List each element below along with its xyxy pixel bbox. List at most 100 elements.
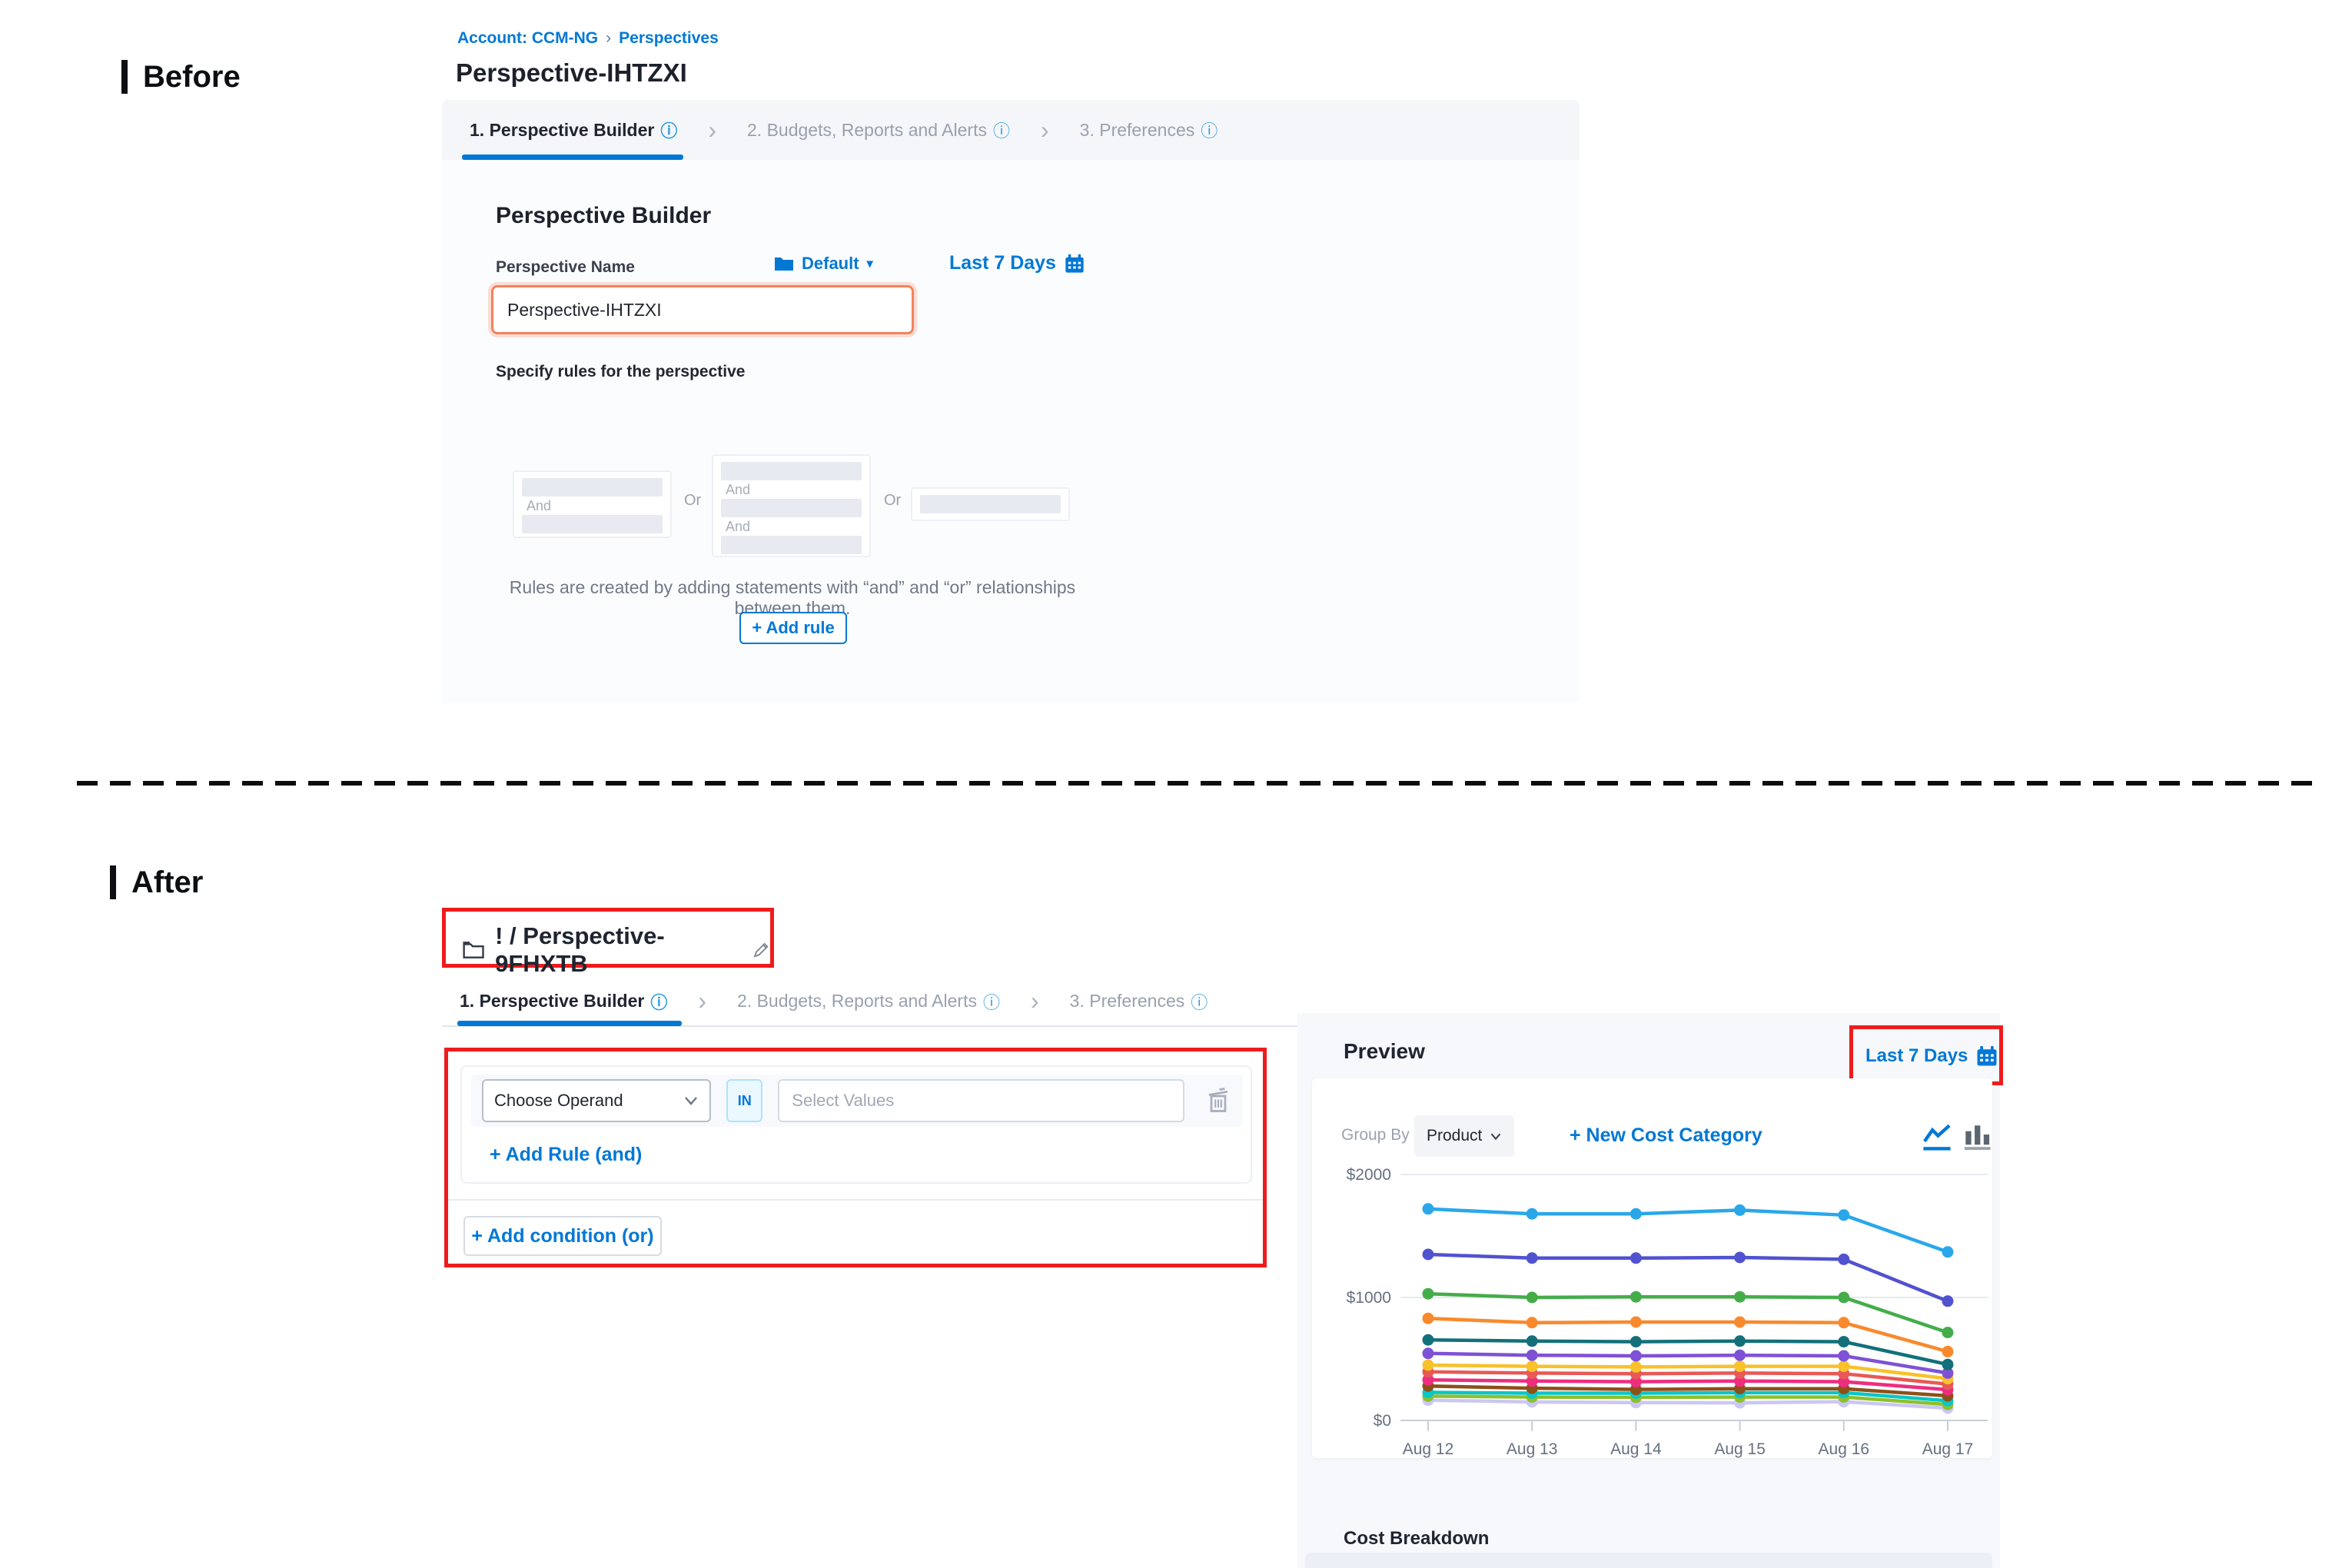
add-rule-and-button[interactable]: + Add Rule (and) bbox=[490, 1144, 642, 1166]
placeholder-bar bbox=[721, 499, 862, 517]
tab-label: 1. Perspective Builder bbox=[470, 120, 654, 141]
line-chart-toggle-icon[interactable] bbox=[1920, 1120, 1954, 1154]
bar-chart-toggle-icon[interactable] bbox=[1960, 1120, 1994, 1154]
perspective-name-input[interactable] bbox=[491, 285, 914, 334]
rule-group-card: Choose Operand IN + Add Rule (and) bbox=[460, 1065, 1252, 1184]
calendar-icon bbox=[1064, 253, 1085, 274]
svg-text:Aug 16: Aug 16 bbox=[1819, 1440, 1870, 1458]
chevron-down-icon bbox=[1490, 1132, 1502, 1141]
folder-selector-label: Default bbox=[802, 254, 859, 274]
svg-text:$0: $0 bbox=[1374, 1412, 1391, 1430]
page-title: Perspective-IHTZXI bbox=[456, 58, 687, 88]
svg-text:Aug 14: Aug 14 bbox=[1610, 1440, 1662, 1458]
cost-line-chart: $2000 $1000 $0 Aug 12 Aug 13 Aug 14 Aug 15 Aug … bbox=[1330, 1157, 1998, 1458]
folder-selector[interactable]: Default ▾ bbox=[774, 254, 873, 274]
info-icon: ⓘ bbox=[983, 989, 1000, 1014]
svg-text:Aug 15: Aug 15 bbox=[1714, 1440, 1766, 1458]
breadcrumb-account-link[interactable]: Account: CCM-NG bbox=[457, 29, 598, 48]
tab-label: 1. Perspective Builder bbox=[460, 991, 644, 1012]
group-by-select[interactable]: Product bbox=[1414, 1115, 1514, 1157]
annotation-box-rule-builder: Choose Operand IN + Add Rule (and) + Add… bbox=[444, 1048, 1267, 1267]
placeholder-bar bbox=[522, 515, 663, 533]
new-cost-category-button[interactable]: + New Cost Category bbox=[1570, 1125, 1762, 1147]
annotation-box-date-range: Last 7 Days bbox=[1849, 1025, 2003, 1085]
group-by-label: Group By bbox=[1341, 1126, 1410, 1144]
rule-placeholder-card: And bbox=[513, 470, 672, 538]
rule-row: Choose Operand IN bbox=[471, 1075, 1243, 1127]
tab-label: 2. Budgets, Reports and Alerts bbox=[737, 991, 977, 1012]
date-range-label: Last 7 Days bbox=[1865, 1045, 1968, 1067]
date-range-button[interactable]: Last 7 Days bbox=[949, 252, 1085, 274]
before-section-label: Before bbox=[121, 60, 241, 94]
before-panel: Account: CCM-NG › Perspectives Perspecti… bbox=[442, 14, 1580, 703]
operator-badge[interactable]: IN bbox=[726, 1079, 762, 1122]
cost-breakdown-table-edge bbox=[1305, 1553, 1992, 1568]
perspective-name-field-wrap bbox=[491, 285, 882, 330]
info-icon: ⓘ bbox=[993, 118, 1010, 142]
builder-heading: Perspective Builder bbox=[496, 203, 711, 229]
or-label: Or bbox=[684, 492, 701, 510]
tab-perspective-builder[interactable]: 1. Perspective Builder ⓘ bbox=[470, 118, 677, 142]
info-icon: ⓘ bbox=[650, 989, 667, 1014]
after-page-title: ! / Perspective-9FHXTB bbox=[495, 922, 741, 978]
chevron-down-icon bbox=[683, 1095, 699, 1106]
svg-text:Aug 17: Aug 17 bbox=[1922, 1440, 1974, 1458]
edit-pencil-icon[interactable] bbox=[752, 940, 770, 960]
annotation-box-title: ! / Perspective-9FHXTB bbox=[442, 908, 774, 968]
perspective-name-label: Perspective Name bbox=[496, 258, 635, 277]
before-content: Perspective Builder Perspective Name Def… bbox=[442, 160, 1580, 703]
svg-text:Aug 12: Aug 12 bbox=[1403, 1440, 1454, 1458]
after-tab-bar: 1. Perspective Builder ⓘ › 2. Budgets, R… bbox=[460, 987, 1208, 1015]
svg-text:$2000: $2000 bbox=[1347, 1166, 1391, 1184]
trash-icon[interactable] bbox=[1204, 1084, 1232, 1118]
info-icon: ⓘ bbox=[1191, 989, 1208, 1014]
tab-budgets-reports-alerts[interactable]: 2. Budgets, Reports and Alerts ⓘ bbox=[747, 118, 1010, 142]
before-tab-bar: 1. Perspective Builder ⓘ › 2. Budgets, R… bbox=[442, 100, 1580, 160]
calendar-icon bbox=[1975, 1045, 1998, 1068]
cost-breakdown-heading: Cost Breakdown bbox=[1344, 1528, 1489, 1550]
svg-text:Aug 13: Aug 13 bbox=[1507, 1440, 1558, 1458]
info-icon: ⓘ bbox=[660, 118, 677, 142]
select-values-input[interactable] bbox=[778, 1079, 1184, 1122]
chevron-right-icon: › bbox=[708, 116, 716, 145]
svg-text:$1000: $1000 bbox=[1347, 1289, 1391, 1307]
tab-label: 3. Preferences bbox=[1080, 120, 1195, 141]
and-label: And bbox=[721, 517, 862, 536]
active-tab-underline bbox=[462, 154, 683, 160]
and-label: And bbox=[721, 480, 862, 499]
folder-open-icon bbox=[463, 940, 484, 960]
and-label: And bbox=[522, 497, 663, 515]
operand-select-value: Choose Operand bbox=[494, 1091, 623, 1111]
info-icon: ⓘ bbox=[1201, 118, 1218, 142]
breadcrumb: Account: CCM-NG › Perspectives bbox=[457, 29, 719, 48]
tab-budgets-reports-alerts[interactable]: 2. Budgets, Reports and Alerts ⓘ bbox=[737, 989, 1000, 1014]
preview-chart-card: Group By Product + New Cost Category $20… bbox=[1312, 1078, 1992, 1458]
operand-select[interactable]: Choose Operand bbox=[482, 1079, 711, 1122]
breadcrumb-separator: › bbox=[606, 29, 611, 48]
add-condition-or-button[interactable]: + Add condition (or) bbox=[463, 1216, 662, 1256]
rule-placeholder-card bbox=[911, 487, 1070, 521]
placeholder-bar bbox=[721, 536, 862, 554]
tab-preferences[interactable]: 3. Preferences ⓘ bbox=[1080, 118, 1218, 142]
tab-label: 3. Preferences bbox=[1070, 991, 1185, 1012]
chevron-right-icon: › bbox=[1041, 116, 1049, 145]
caret-down-icon: ▾ bbox=[867, 256, 873, 271]
or-label: Or bbox=[884, 492, 901, 510]
add-rule-button[interactable]: + Add rule bbox=[739, 612, 847, 644]
breadcrumb-perspectives-link[interactable]: Perspectives bbox=[619, 29, 719, 48]
rules-section-label: Specify rules for the perspective bbox=[496, 363, 745, 381]
active-tab-underline bbox=[457, 1021, 682, 1026]
section-divider bbox=[77, 781, 2312, 786]
folder-icon bbox=[774, 255, 794, 272]
preview-heading: Preview bbox=[1344, 1039, 1425, 1064]
chevron-right-icon: › bbox=[1031, 987, 1039, 1015]
tab-preferences[interactable]: 3. Preferences ⓘ bbox=[1070, 989, 1208, 1014]
placeholder-bar bbox=[721, 462, 862, 480]
chevron-right-icon: › bbox=[698, 987, 706, 1015]
preview-date-range-button[interactable]: Last 7 Days bbox=[1853, 1029, 1999, 1068]
tab-label: 2. Budgets, Reports and Alerts bbox=[747, 120, 987, 141]
page-canvas: Before Account: CCM-NG › Perspectives Pe… bbox=[0, 0, 2352, 1568]
rule-builder-divider bbox=[448, 1199, 1263, 1201]
tab-perspective-builder[interactable]: 1. Perspective Builder ⓘ bbox=[460, 989, 667, 1014]
placeholder-bar bbox=[522, 478, 663, 497]
